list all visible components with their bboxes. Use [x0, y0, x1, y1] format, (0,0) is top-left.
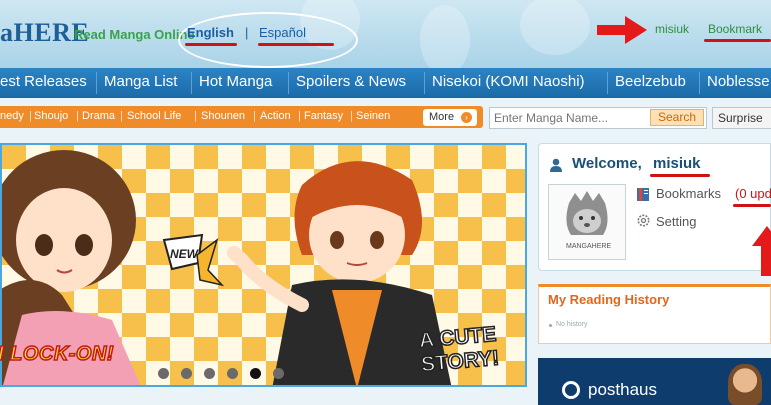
avatar-caption: MANGAHERE — [566, 243, 612, 250]
genre-separator: | — [76, 110, 79, 122]
genre-bar: nedy | Shoujo | Drama | School Life | Sh… — [0, 106, 483, 128]
header-username-link[interactable]: misiuk — [655, 22, 689, 36]
nav-item-nisekoi[interactable]: Nisekoi (KOMI Naoshi) — [432, 73, 585, 90]
welcome-greeting: Welcome, — [572, 155, 642, 172]
reading-history-empty: No history — [556, 321, 588, 328]
bookmarks-updates-count[interactable]: (0 upd — [735, 186, 771, 201]
genre-shoujo-link[interactable]: Shoujo — [34, 110, 68, 122]
genre-shounen-link[interactable]: Shounen — [201, 110, 245, 122]
banner-title-text: I LOCK-ON! — [0, 342, 115, 366]
genre-action-link[interactable]: Action — [260, 110, 291, 122]
nav-divider — [607, 72, 608, 94]
language-spanish-link[interactable]: Español — [259, 25, 306, 40]
header-decoration — [420, 5, 470, 68]
reading-history-title: My Reading History — [548, 292, 670, 307]
annotation-underline — [185, 43, 237, 46]
genre-fantasy-link[interactable]: Fantasy — [304, 110, 343, 122]
surprise-button[interactable]: Surprise — [712, 107, 771, 129]
genre-separator: | — [29, 110, 32, 122]
nav-divider — [424, 72, 425, 94]
history-bullet — [549, 324, 552, 327]
ad-brand-text: posthaus — [588, 380, 657, 399]
annotation-underline — [733, 204, 771, 207]
user-icon — [550, 158, 562, 172]
bookmarks-icon — [637, 188, 649, 201]
nav-item-latest-releases[interactable]: est Releases — [0, 73, 87, 90]
setting-link[interactable]: Setting — [656, 214, 696, 229]
search-button[interactable]: Search — [650, 109, 704, 126]
nav-item-spoilers-news[interactable]: Spoilers & News — [296, 73, 406, 90]
welcome-username-link[interactable]: misiuk — [653, 155, 701, 172]
language-english-link[interactable]: English — [187, 25, 234, 40]
bookmarks-link[interactable]: Bookmarks — [656, 186, 721, 201]
slide-dot-active[interactable] — [250, 368, 261, 379]
slide-dot[interactable] — [181, 368, 192, 379]
banner-tagline-text: A CUTE STORY! — [417, 322, 500, 378]
slide-dot[interactable] — [273, 368, 284, 379]
genre-separator: | — [350, 110, 353, 122]
language-separator: | — [245, 25, 249, 40]
genre-separator: | — [253, 110, 256, 122]
genre-drama-link[interactable]: Drama — [82, 110, 115, 122]
genre-separator: | — [194, 110, 197, 122]
header-bookmark-link[interactable]: Bookmark — [708, 22, 762, 36]
genre-seinen-link[interactable]: Seinen — [356, 110, 390, 122]
genre-school-life-link[interactable]: School Life — [127, 110, 181, 122]
manga-search-input[interactable] — [494, 109, 644, 127]
posthaus-logo-icon — [562, 381, 580, 399]
annotation-underline — [258, 43, 334, 46]
annotation-ellipse — [178, 12, 358, 68]
main-nav: est Releases Manga List Hot Manga Spoile… — [0, 68, 771, 98]
nav-item-hot-manga[interactable]: Hot Manga — [199, 73, 272, 90]
annotation-underline — [704, 39, 771, 42]
annotation-arrow-icon — [752, 226, 771, 276]
annotation-underline — [650, 174, 710, 177]
ad-model-image — [728, 364, 762, 405]
site-tagline: Read Manga Online — [74, 27, 195, 42]
slide-dot[interactable] — [204, 368, 215, 379]
genre-separator: | — [298, 110, 301, 122]
nav-divider — [191, 72, 192, 94]
chevron-right-icon: › — [461, 112, 472, 123]
nav-item-noblesse[interactable]: Noblesse — [707, 73, 770, 90]
nav-divider — [288, 72, 289, 94]
nav-item-manga-list[interactable]: Manga List — [104, 73, 177, 90]
more-genres-button[interactable]: More › — [423, 109, 477, 126]
more-genres-label: More — [429, 111, 455, 123]
banner-new-label: NEW — [170, 247, 200, 261]
header-decoration — [520, 0, 590, 55]
nav-divider — [699, 72, 700, 94]
nav-divider — [96, 72, 97, 94]
slide-dot[interactable] — [227, 368, 238, 379]
genre-separator: | — [120, 110, 123, 122]
nav-item-beelzebub[interactable]: Beelzebub — [615, 73, 686, 90]
annotation-arrow-icon — [597, 16, 647, 44]
gear-icon — [637, 214, 650, 227]
genre-comedy-link[interactable]: nedy — [0, 110, 24, 122]
slide-dot[interactable] — [158, 368, 169, 379]
